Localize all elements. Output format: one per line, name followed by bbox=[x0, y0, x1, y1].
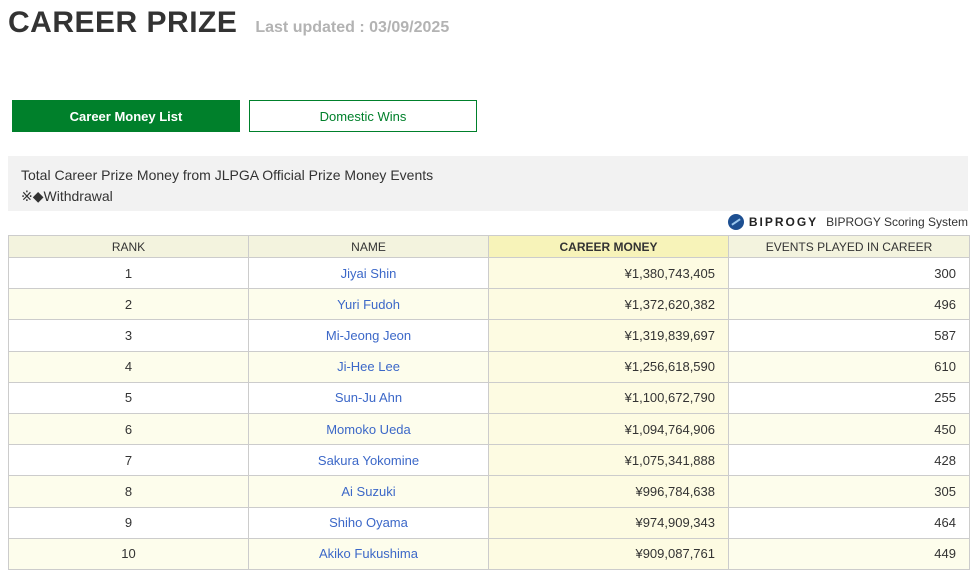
table-row: 8 Ai Suzuki ¥996,784,638 305 bbox=[8, 475, 970, 508]
info-description: Total Career Prize Money from JLPGA Offi… bbox=[21, 167, 434, 183]
events-played-cell: 255 bbox=[728, 381, 970, 414]
name-cell: Momoko Ueda bbox=[248, 412, 489, 446]
career-money-cell: ¥1,100,672,790 bbox=[488, 381, 729, 414]
player-name-link[interactable]: Shiho Oyama bbox=[329, 515, 408, 530]
tab-domestic-wins[interactable]: Domestic Wins bbox=[249, 100, 477, 132]
table-row: 4 Ji-Hee Lee ¥1,256,618,590 610 bbox=[8, 350, 970, 383]
name-cell: Yuri Fudoh bbox=[248, 288, 489, 321]
career-money-cell: ¥1,372,620,382 bbox=[488, 288, 729, 321]
column-header-name: NAME bbox=[248, 235, 489, 258]
rank-cell: 6 bbox=[8, 412, 249, 446]
column-header-career-money: CAREER MONEY bbox=[488, 235, 729, 258]
table-row: 10 Akiko Fukushima ¥909,087,761 449 bbox=[8, 537, 970, 570]
events-played-cell: 428 bbox=[728, 444, 970, 477]
rank-cell: 3 bbox=[8, 319, 249, 352]
table-row: 3 Mi-Jeong Jeon ¥1,319,839,697 587 bbox=[8, 319, 970, 352]
career-money-cell: ¥1,075,341,888 bbox=[488, 444, 729, 477]
rank-cell: 8 bbox=[8, 475, 249, 508]
player-name-link[interactable]: Sakura Yokomine bbox=[318, 453, 419, 468]
player-name-link[interactable]: Ai Suzuki bbox=[341, 484, 395, 499]
last-updated-text: Last updated : 03/09/2025 bbox=[255, 19, 450, 36]
career-money-cell: ¥1,256,618,590 bbox=[488, 350, 729, 383]
rank-cell: 2 bbox=[8, 288, 249, 321]
events-played-cell: 449 bbox=[728, 537, 970, 570]
events-played-cell: 464 bbox=[728, 506, 970, 539]
rank-cell: 5 bbox=[8, 381, 249, 414]
career-money-cell: ¥1,094,764,906 bbox=[488, 412, 729, 446]
career-money-cell: ¥996,784,638 bbox=[488, 475, 729, 508]
sponsor-text: BIPROGY Scoring System bbox=[826, 215, 968, 229]
career-money-cell: ¥1,380,743,405 bbox=[488, 256, 729, 290]
name-cell: Sun-Ju Ahn bbox=[248, 381, 489, 414]
column-header-events-played: EVENTS PLAYED IN CAREER bbox=[728, 235, 970, 258]
table-header-row: RANK NAME CAREER MONEY EVENTS PLAYED IN … bbox=[8, 235, 970, 258]
table-row: 2 Yuri Fudoh ¥1,372,620,382 496 bbox=[8, 288, 970, 321]
name-cell: Shiho Oyama bbox=[248, 506, 489, 539]
page-header: CAREER PRIZE Last updated : 03/09/2025 bbox=[8, 6, 449, 40]
player-name-link[interactable]: Sun-Ju Ahn bbox=[335, 390, 402, 405]
events-played-cell: 450 bbox=[728, 412, 970, 446]
page-title: CAREER PRIZE bbox=[8, 6, 238, 39]
rank-cell: 7 bbox=[8, 444, 249, 477]
career-money-cell: ¥974,909,343 bbox=[488, 506, 729, 539]
name-cell: Akiko Fukushima bbox=[248, 537, 489, 570]
career-money-table: RANK NAME CAREER MONEY EVENTS PLAYED IN … bbox=[8, 235, 970, 570]
name-cell: Sakura Yokomine bbox=[248, 444, 489, 477]
player-name-link[interactable]: Mi-Jeong Jeon bbox=[326, 328, 411, 343]
sponsor-credit: BIPROGY BIPROGY Scoring System bbox=[727, 214, 968, 230]
name-cell: Mi-Jeong Jeon bbox=[248, 319, 489, 352]
table-row: 9 Shiho Oyama ¥974,909,343 464 bbox=[8, 506, 970, 539]
player-name-link[interactable]: Yuri Fudoh bbox=[337, 297, 400, 312]
player-name-link[interactable]: Ji-Hee Lee bbox=[337, 359, 400, 374]
events-played-cell: 305 bbox=[728, 475, 970, 508]
rank-cell: 10 bbox=[8, 537, 249, 570]
name-cell: Jiyai Shin bbox=[248, 256, 489, 290]
events-played-cell: 587 bbox=[728, 319, 970, 352]
biprogy-logo-icon bbox=[727, 214, 744, 230]
sponsor-brand: BIPROGY bbox=[748, 215, 819, 229]
tab-career-money-list[interactable]: Career Money List bbox=[12, 100, 240, 132]
career-money-cell: ¥909,087,761 bbox=[488, 537, 729, 570]
info-note: ※◆Withdrawal bbox=[21, 188, 113, 204]
table-row: 6 Momoko Ueda ¥1,094,764,906 450 bbox=[8, 412, 970, 446]
table-row: 1 Jiyai Shin ¥1,380,743,405 300 bbox=[8, 256, 970, 290]
name-cell: Ai Suzuki bbox=[248, 475, 489, 508]
events-played-cell: 496 bbox=[728, 288, 970, 321]
name-cell: Ji-Hee Lee bbox=[248, 350, 489, 383]
player-name-link[interactable]: Momoko Ueda bbox=[326, 422, 411, 437]
table-row: 7 Sakura Yokomine ¥1,075,341,888 428 bbox=[8, 444, 970, 477]
info-box: Total Career Prize Money from JLPGA Offi… bbox=[8, 156, 968, 211]
table-row: 5 Sun-Ju Ahn ¥1,100,672,790 255 bbox=[8, 381, 970, 414]
rank-cell: 4 bbox=[8, 350, 249, 383]
player-name-link[interactable]: Akiko Fukushima bbox=[319, 546, 418, 561]
table-body: 1 Jiyai Shin ¥1,380,743,405 300 2 Yuri Fudoh ¥… bbox=[8, 256, 970, 570]
events-played-cell: 300 bbox=[728, 256, 970, 290]
events-played-cell: 610 bbox=[728, 350, 970, 383]
rank-cell: 9 bbox=[8, 506, 249, 539]
career-money-cell: ¥1,319,839,697 bbox=[488, 319, 729, 352]
player-name-link[interactable]: Jiyai Shin bbox=[341, 266, 397, 281]
column-header-rank: RANK bbox=[8, 235, 249, 258]
tab-bar: Career Money List Domestic Wins bbox=[12, 100, 477, 132]
rank-cell: 1 bbox=[8, 256, 249, 290]
